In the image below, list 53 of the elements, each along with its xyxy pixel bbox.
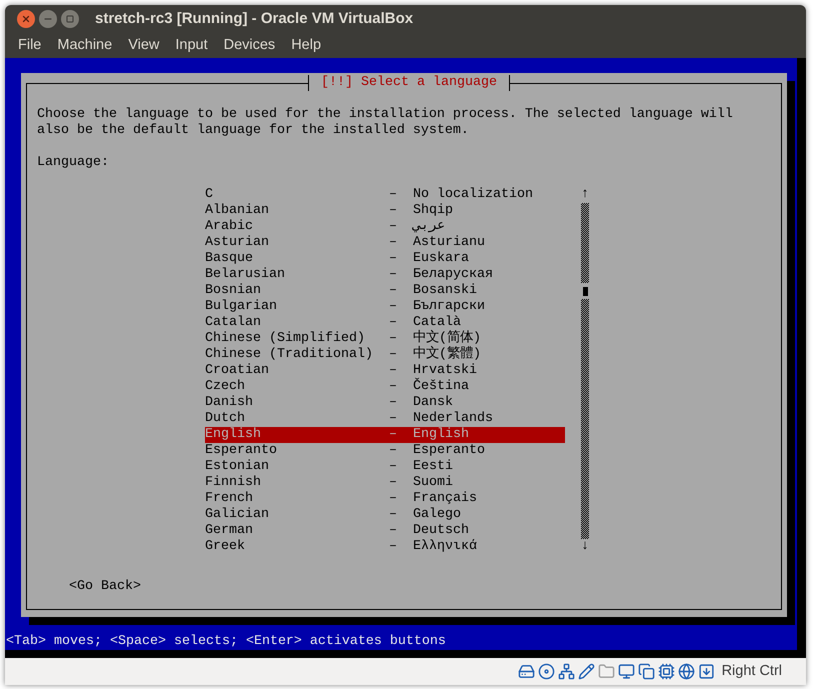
language-option[interactable]: Chinese (Simplified) – 中文(简体)	[205, 331, 565, 347]
pencil-icon[interactable]	[578, 663, 595, 680]
menu-item[interactable]: Devices	[218, 34, 282, 56]
language-option[interactable]: Albanian – Shqip	[205, 203, 565, 219]
language-option[interactable]: C – No localization	[205, 187, 565, 203]
maximize-button[interactable]	[61, 10, 79, 28]
language-option[interactable]: German – Deutsch	[205, 523, 565, 539]
language-option[interactable]: Croatian – Hrvatski	[205, 363, 565, 379]
language-option[interactable]: French – Français	[205, 491, 565, 507]
language-option[interactable]: Esperanto – Esperanto	[205, 443, 565, 459]
scrollbar-track[interactable]	[581, 203, 589, 539]
language-option[interactable]: Finnish – Suomi	[205, 475, 565, 491]
monitor-icon[interactable]	[618, 663, 635, 680]
language-option[interactable]: Catalan – Català	[205, 315, 565, 331]
host-key-label: Right Ctrl	[722, 662, 782, 681]
language-option[interactable]: Greek – Ελληνικά	[205, 539, 565, 555]
close-icon	[21, 14, 31, 24]
instruction-text: Choose the language to be used for the installation process. The selected language will also be the default language for the installed system.	[37, 107, 734, 139]
scroll-down-arrow[interactable]: ↓	[581, 539, 589, 555]
language-option[interactable]: Chinese (Traditional) – 中文(繁體)	[205, 347, 565, 363]
language-option[interactable]: English – English	[205, 427, 565, 443]
network-icon[interactable]	[558, 663, 575, 680]
maximize-icon	[66, 15, 74, 23]
windows-icon[interactable]	[638, 663, 655, 680]
language-option[interactable]: Danish – Dansk	[205, 395, 565, 411]
menu-item[interactable]: Input	[169, 34, 214, 56]
go-back-button[interactable]: <Go Back>	[69, 579, 141, 595]
minimize-button[interactable]	[39, 10, 57, 28]
scroll-up-arrow[interactable]: ↑	[581, 187, 589, 203]
menu-item[interactable]: File	[12, 34, 48, 56]
language-option[interactable]: Dutch – Nederlands	[205, 411, 565, 427]
language-option[interactable]: Czech – Čeština	[205, 379, 565, 395]
menu-item[interactable]: Help	[285, 34, 328, 56]
language-option[interactable]: Bulgarian – Български	[205, 299, 565, 315]
language-option[interactable]: Belarusian – Беларуская	[205, 267, 565, 283]
disc-icon[interactable]	[538, 663, 555, 680]
menu-item[interactable]: View	[122, 34, 166, 56]
dialog-title: [!!] Select a language	[308, 75, 510, 91]
globe-icon[interactable]	[678, 663, 695, 680]
language-option[interactable]: Asturian – Asturianu	[205, 235, 565, 251]
menu-item[interactable]: Machine	[51, 34, 118, 56]
key-hint: <Tab> moves; <Space> selects; <Enter> activates buttons	[5, 634, 447, 650]
close-button[interactable]	[17, 10, 35, 28]
download-icon[interactable]	[698, 663, 715, 680]
language-option[interactable]: Basque – Euskara	[205, 251, 565, 267]
language-option[interactable]: Estonian – Eesti	[205, 459, 565, 475]
scrollbar-thumb[interactable]	[581, 283, 589, 299]
window-title: stretch-rc3 [Running] - Oracle VM VirtualBox	[95, 8, 414, 29]
hard-drive-icon[interactable]	[518, 663, 535, 680]
chip-icon[interactable]	[658, 663, 675, 680]
language-label: Language:	[37, 155, 109, 171]
language-option[interactable]: Galician – Galego	[205, 507, 565, 523]
language-option[interactable]: Bosnian – Bosanski	[205, 283, 565, 299]
